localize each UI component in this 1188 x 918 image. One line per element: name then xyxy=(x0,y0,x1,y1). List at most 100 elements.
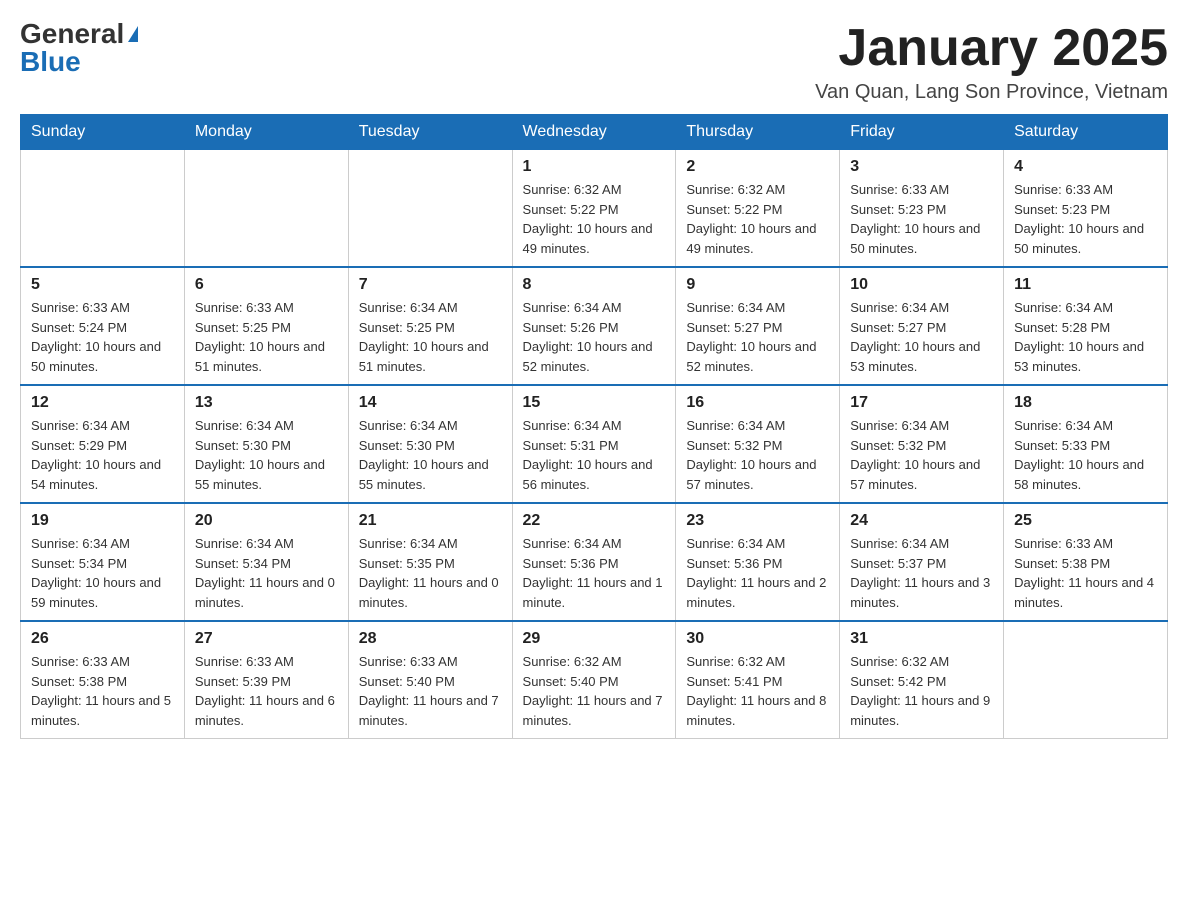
day-info: Sunrise: 6:33 AMSunset: 5:23 PMDaylight:… xyxy=(1014,180,1157,258)
weekday-header-friday: Friday xyxy=(840,115,1004,150)
day-info: Sunrise: 6:34 AMSunset: 5:35 PMDaylight:… xyxy=(359,534,502,612)
day-number: 30 xyxy=(686,630,829,648)
calendar-cell xyxy=(348,150,512,268)
day-info: Sunrise: 6:32 AMSunset: 5:40 PMDaylight:… xyxy=(523,652,666,730)
day-info: Sunrise: 6:33 AMSunset: 5:23 PMDaylight:… xyxy=(850,180,993,258)
weekday-header-row: SundayMondayTuesdayWednesdayThursdayFrid… xyxy=(21,115,1168,150)
location-text: Van Quan, Lang Son Province, Vietnam xyxy=(815,81,1168,104)
logo-blue-text: Blue xyxy=(20,48,81,76)
day-info: Sunrise: 6:34 AMSunset: 5:30 PMDaylight:… xyxy=(359,416,502,494)
calendar-cell: 25 Sunrise: 6:33 AMSunset: 5:38 PMDayligh… xyxy=(1004,503,1168,621)
day-info: Sunrise: 6:34 AMSunset: 5:28 PMDaylight:… xyxy=(1014,298,1157,376)
day-number: 9 xyxy=(686,276,829,294)
day-info: Sunrise: 6:34 AMSunset: 5:25 PMDaylight:… xyxy=(359,298,502,376)
calendar-cell xyxy=(1004,621,1168,739)
calendar-cell: 26 Sunrise: 6:33 AMSunset: 5:38 PMDayligh… xyxy=(21,621,185,739)
calendar-cell: 28 Sunrise: 6:33 AMSunset: 5:40 PMDayligh… xyxy=(348,621,512,739)
day-info: Sunrise: 6:32 AMSunset: 5:42 PMDaylight:… xyxy=(850,652,993,730)
day-number: 26 xyxy=(31,630,174,648)
logo-general-text: General xyxy=(20,20,124,48)
day-info: Sunrise: 6:34 AMSunset: 5:36 PMDaylight:… xyxy=(523,534,666,612)
calendar-cell: 15 Sunrise: 6:34 AMSunset: 5:31 PMDayligh… xyxy=(512,385,676,503)
calendar-table: SundayMondayTuesdayWednesdayThursdayFrid… xyxy=(20,114,1168,739)
day-info: Sunrise: 6:33 AMSunset: 5:38 PMDaylight:… xyxy=(1014,534,1157,612)
weekday-header-tuesday: Tuesday xyxy=(348,115,512,150)
calendar-week-row: 1Sunrise: 6:32 AMSunset: 5:22 PMDaylight… xyxy=(21,150,1168,268)
day-number: 25 xyxy=(1014,512,1157,530)
day-number: 18 xyxy=(1014,394,1157,412)
logo: General Blue xyxy=(20,20,138,76)
day-number: 20 xyxy=(195,512,338,530)
weekday-header-wednesday: Wednesday xyxy=(512,115,676,150)
calendar-cell: 3 Sunrise: 6:33 AMSunset: 5:23 PMDaylight… xyxy=(840,150,1004,268)
weekday-header-thursday: Thursday xyxy=(676,115,840,150)
day-number: 11 xyxy=(1014,276,1157,294)
day-info: Sunrise: 6:34 AMSunset: 5:27 PMDaylight:… xyxy=(686,298,829,376)
day-number: 6 xyxy=(195,276,338,294)
day-number: 21 xyxy=(359,512,502,530)
day-info: Sunrise: 6:33 AMSunset: 5:39 PMDaylight:… xyxy=(195,652,338,730)
day-info: Sunrise: 6:32 AMSunset: 5:41 PMDaylight:… xyxy=(686,652,829,730)
calendar-cell: 5 Sunrise: 6:33 AMSunset: 5:24 PMDaylight… xyxy=(21,267,185,385)
weekday-header-saturday: Saturday xyxy=(1004,115,1168,150)
calendar-cell: 29Sunrise: 6:32 AMSunset: 5:40 PMDayligh… xyxy=(512,621,676,739)
day-number: 7 xyxy=(359,276,502,294)
day-info: Sunrise: 6:34 AMSunset: 5:37 PMDaylight:… xyxy=(850,534,993,612)
calendar-cell: 6 Sunrise: 6:33 AMSunset: 5:25 PMDaylight… xyxy=(184,267,348,385)
day-info: Sunrise: 6:34 AMSunset: 5:30 PMDaylight:… xyxy=(195,416,338,494)
day-number: 12 xyxy=(31,394,174,412)
day-number: 14 xyxy=(359,394,502,412)
calendar-week-row: 5 Sunrise: 6:33 AMSunset: 5:24 PMDaylight… xyxy=(21,267,1168,385)
day-number: 22 xyxy=(523,512,666,530)
day-info: Sunrise: 6:34 AMSunset: 5:32 PMDaylight:… xyxy=(686,416,829,494)
day-number: 15 xyxy=(523,394,666,412)
day-number: 3 xyxy=(850,158,993,176)
day-number: 13 xyxy=(195,394,338,412)
day-info: Sunrise: 6:34 AMSunset: 5:34 PMDaylight:… xyxy=(31,534,174,612)
calendar-week-row: 26 Sunrise: 6:33 AMSunset: 5:38 PMDayligh… xyxy=(21,621,1168,739)
calendar-cell: 1Sunrise: 6:32 AMSunset: 5:22 PMDaylight… xyxy=(512,150,676,268)
day-number: 16 xyxy=(686,394,829,412)
calendar-cell: 2Sunrise: 6:32 AMSunset: 5:22 PMDaylight… xyxy=(676,150,840,268)
calendar-cell: 14 Sunrise: 6:34 AMSunset: 5:30 PMDayligh… xyxy=(348,385,512,503)
calendar-cell xyxy=(21,150,185,268)
calendar-cell: 19Sunrise: 6:34 AMSunset: 5:34 PMDayligh… xyxy=(21,503,185,621)
day-number: 24 xyxy=(850,512,993,530)
day-number: 23 xyxy=(686,512,829,530)
day-info: Sunrise: 6:33 AMSunset: 5:40 PMDaylight:… xyxy=(359,652,502,730)
day-number: 4 xyxy=(1014,158,1157,176)
day-number: 28 xyxy=(359,630,502,648)
day-info: Sunrise: 6:32 AMSunset: 5:22 PMDaylight:… xyxy=(523,180,666,258)
day-info: Sunrise: 6:32 AMSunset: 5:22 PMDaylight:… xyxy=(686,180,829,258)
page-header: General Blue January 2025 Van Quan, Lang… xyxy=(20,20,1168,104)
day-info: Sunrise: 6:34 AMSunset: 5:26 PMDaylight:… xyxy=(523,298,666,376)
day-info: Sunrise: 6:33 AMSunset: 5:25 PMDaylight:… xyxy=(195,298,338,376)
day-info: Sunrise: 6:34 AMSunset: 5:33 PMDaylight:… xyxy=(1014,416,1157,494)
day-number: 31 xyxy=(850,630,993,648)
calendar-cell: 31 Sunrise: 6:32 AMSunset: 5:42 PMDayligh… xyxy=(840,621,1004,739)
day-number: 10 xyxy=(850,276,993,294)
day-number: 5 xyxy=(31,276,174,294)
day-number: 27 xyxy=(195,630,338,648)
calendar-cell: 9 Sunrise: 6:34 AMSunset: 5:27 PMDaylight… xyxy=(676,267,840,385)
day-info: Sunrise: 6:34 AMSunset: 5:31 PMDaylight:… xyxy=(523,416,666,494)
day-info: Sunrise: 6:34 AMSunset: 5:27 PMDaylight:… xyxy=(850,298,993,376)
calendar-cell: 11 Sunrise: 6:34 AMSunset: 5:28 PMDayligh… xyxy=(1004,267,1168,385)
calendar-cell: 22 Sunrise: 6:34 AMSunset: 5:36 PMDayligh… xyxy=(512,503,676,621)
day-info: Sunrise: 6:33 AMSunset: 5:38 PMDaylight:… xyxy=(31,652,174,730)
weekday-header-sunday: Sunday xyxy=(21,115,185,150)
day-info: Sunrise: 6:33 AMSunset: 5:24 PMDaylight:… xyxy=(31,298,174,376)
calendar-cell: 30 Sunrise: 6:32 AMSunset: 5:41 PMDayligh… xyxy=(676,621,840,739)
calendar-cell xyxy=(184,150,348,268)
day-number: 17 xyxy=(850,394,993,412)
day-info: Sunrise: 6:34 AMSunset: 5:36 PMDaylight:… xyxy=(686,534,829,612)
weekday-header-monday: Monday xyxy=(184,115,348,150)
calendar-cell: 23 Sunrise: 6:34 AMSunset: 5:36 PMDayligh… xyxy=(676,503,840,621)
calendar-cell: 13 Sunrise: 6:34 AMSunset: 5:30 PMDayligh… xyxy=(184,385,348,503)
day-info: Sunrise: 6:34 AMSunset: 5:32 PMDaylight:… xyxy=(850,416,993,494)
calendar-cell: 10 Sunrise: 6:34 AMSunset: 5:27 PMDayligh… xyxy=(840,267,1004,385)
calendar-cell: 7 Sunrise: 6:34 AMSunset: 5:25 PMDaylight… xyxy=(348,267,512,385)
calendar-cell: 12Sunrise: 6:34 AMSunset: 5:29 PMDayligh… xyxy=(21,385,185,503)
calendar-cell: 21 Sunrise: 6:34 AMSunset: 5:35 PMDayligh… xyxy=(348,503,512,621)
calendar-cell: 27 Sunrise: 6:33 AMSunset: 5:39 PMDayligh… xyxy=(184,621,348,739)
